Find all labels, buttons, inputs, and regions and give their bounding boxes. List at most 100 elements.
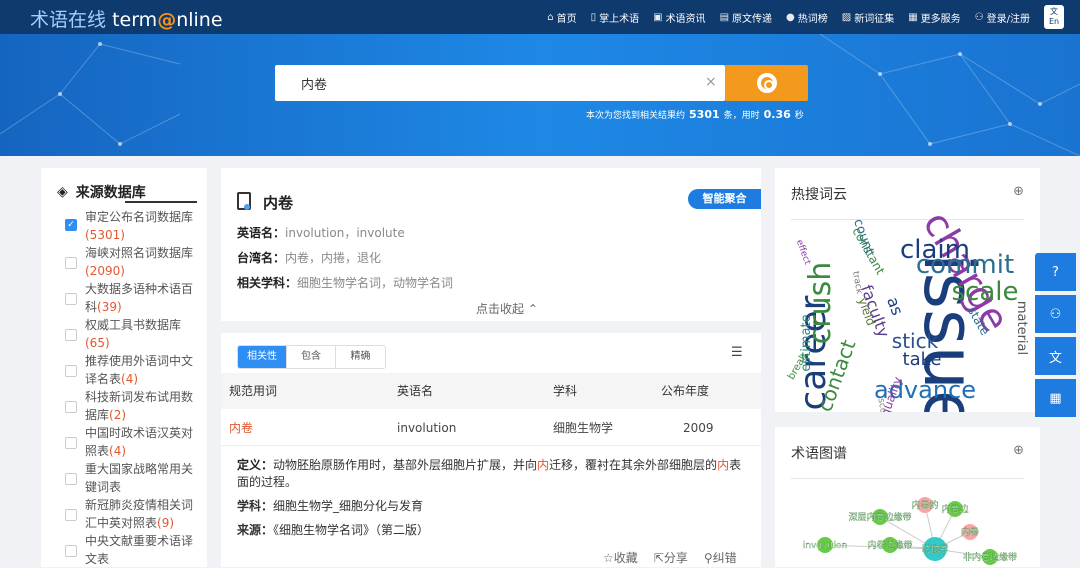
home-icon: ⌂ (547, 11, 554, 23)
source-database-item[interactable]: 中央文献重要术语译文表 (63, 532, 203, 568)
source-database-count: (2) (109, 408, 127, 422)
nav-item-0[interactable]: ⌂ 首页 (547, 10, 576, 25)
row-english: involution (397, 421, 457, 435)
clear-icon[interactable]: × (705, 74, 717, 90)
cloud-word[interactable]: take (903, 349, 942, 370)
cloud-word[interactable]: effect (794, 238, 812, 266)
related-subject-row: 相关学科：细胞生物学名词，动物学名词 (237, 276, 454, 290)
qrcode-icon[interactable]: ▦ (1035, 379, 1076, 417)
flame-icon: ● (786, 11, 795, 23)
checkbox[interactable] (65, 509, 77, 521)
term-summary-card: 内卷 智能聚合 英语名：involution，involute 台湾名：内卷，内… (221, 168, 761, 321)
source-database-item[interactable]: 科技新词发布试用数据库(2) (63, 388, 203, 424)
row-term[interactable]: 内卷 (229, 410, 253, 446)
nav-label: 热词榜 (797, 13, 828, 25)
term-title: 内卷 (263, 194, 294, 212)
source-database-item[interactable]: 海峡对照名词数据库 (2090) (63, 244, 203, 280)
report-error-button[interactable]: ⚲纠错 (704, 549, 737, 566)
source-database-item[interactable]: 重大国家战略常用关键词表 (63, 460, 203, 496)
cloud-word[interactable]: scot (875, 398, 888, 412)
term-graph: involution 内卷边缘带 动物学 内卷 深层内卷边缘带 内卷边非内卷边缘带 内卷的 (803, 497, 1017, 565)
source-database-count: (2090) (85, 264, 125, 278)
source-database-item[interactable]: 中国时政术语汉英对照表(4) (63, 424, 203, 460)
tab-0[interactable]: 相关性 (238, 346, 287, 368)
translate-icon[interactable]: 文 (1035, 337, 1076, 375)
nav-label: 登录/注册 (986, 13, 1030, 25)
checkbox[interactable] (65, 365, 77, 377)
cloud-word[interactable]: track (850, 271, 864, 296)
search-input[interactable] (275, 65, 695, 101)
nav-item-6[interactable]: ▦ 更多服务 (908, 10, 960, 25)
tab-1[interactable]: 包含 (287, 346, 336, 368)
nav-label: 原文传递 (732, 13, 773, 25)
nav-item-3[interactable]: ▤ 原文传递 (720, 10, 772, 25)
graph-node-label: 内卷边 (941, 503, 968, 515)
help-icon[interactable]: ? (1035, 253, 1076, 291)
grid-icon: ▦ (908, 11, 918, 23)
chevron-up-icon: ⌃ (527, 302, 538, 316)
cloud-word[interactable]: material (1014, 301, 1029, 355)
column-header-subject: 学科 (553, 384, 578, 398)
tab-2[interactable]: 精确 (336, 346, 385, 368)
sort-icon[interactable]: ☰ (731, 345, 743, 360)
source-database-item[interactable]: ✓ 审定公布名词数据库 (5301) (63, 208, 203, 244)
graph-node-label: 深层内卷边缘带 (848, 511, 911, 523)
nav-item-5[interactable]: ▨ 新词征集 (842, 10, 894, 25)
source-text: 来源：《细胞生物学名词》（第二版） (237, 523, 430, 537)
checkbox[interactable] (65, 257, 77, 269)
collect-icon: ▨ (841, 11, 852, 23)
checkbox[interactable] (65, 545, 77, 557)
source-database-count: (65) (85, 336, 110, 350)
table-row[interactable]: 内卷 involution 细胞生物学 2009 (221, 410, 761, 446)
nav-item-1[interactable]: ▯ 掌上术语 (591, 10, 640, 25)
cloud-word[interactable]: scale (952, 277, 1019, 307)
nav-label: 术语资讯 (665, 13, 706, 25)
source-database-item[interactable]: 权威工具书数据库 (65) (63, 316, 203, 352)
nav-item-2[interactable]: ▣ 术语资讯 (653, 10, 705, 25)
result-summary: 本次为您找到相关结果约 5301 条，用时 0.36 秒 (586, 108, 804, 121)
source-database-label: 新冠肺炎疫情相关词汇中英对照表 (85, 498, 194, 530)
nav-label: 首页 (556, 13, 577, 25)
checkbox[interactable] (65, 473, 77, 485)
user-icon: ⚇ (974, 11, 984, 23)
source-database-count: (4) (121, 372, 139, 386)
main-nav: ⌂ 首页 ▯ 掌上术语 ▣ 术语资讯 ▤ 原文传递 ● 热词榜 ▨ 新词征集 ▦ 更多服务 ⚇ 登录/注册 (547, 0, 1030, 34)
search-button[interactable] (725, 65, 808, 101)
term-graph-panel: 术语图谱 ⊕ involution 内卷边缘带 动物学 内卷 深层内卷边缘带 内卷边 非内卷… (775, 427, 1040, 567)
nav-label: 掌上术语 (599, 13, 640, 25)
favorite-button[interactable]: ☆收藏 (603, 549, 638, 566)
source-database-item[interactable]: 大数据多语种术语百科(39) (63, 280, 203, 316)
checkbox[interactable] (65, 329, 77, 341)
checkbox[interactable]: ✓ (65, 219, 77, 231)
source-database-item[interactable]: 新冠肺炎疫情相关词汇中英对照表(9) (63, 496, 203, 532)
nav-label: 新词征集 (854, 13, 895, 25)
result-actions: ☆收藏 ⇱分享 ⚲纠错 (603, 549, 737, 566)
language-switch-button[interactable]: 文 En (1044, 5, 1064, 29)
share-button[interactable]: ⇱分享 (654, 549, 688, 566)
nav-item-4[interactable]: ● 热词榜 (786, 10, 828, 25)
sort-tabs: 相关性 包含 精确 (237, 345, 386, 369)
graph-node-label: 非内卷边缘带 (963, 551, 1017, 563)
site-logo[interactable]: 术语在线 term@nline (30, 5, 223, 32)
source-database-label: 科技新词发布试用数据库 (85, 390, 194, 422)
group-icon[interactable]: ⚇ (1035, 295, 1076, 333)
graph-node-label: 动物学 (921, 543, 948, 555)
source-database-item[interactable]: 推荐使用外语词中文译名表(4) (63, 352, 203, 388)
cloud-word[interactable]: commit (916, 250, 1014, 280)
term-book-icon (237, 192, 251, 210)
source-database-label: 中国时政术语汉英对照表 (85, 426, 194, 458)
results-card: 相关性 包含 精确 ☰ 规范用词 英语名 学科 公布年度 内卷 involution… (221, 333, 761, 567)
side-toolbar: ? ⚇ 文 ▦ (1035, 253, 1076, 419)
smart-aggregate-button[interactable]: 智能聚合 (688, 189, 761, 209)
graph-node-label: involution (803, 541, 847, 551)
row-year: 2009 (683, 421, 714, 435)
checkbox[interactable] (65, 401, 77, 413)
nav-item-7[interactable]: ⚇ 登录/注册 (975, 10, 1030, 25)
search-icon (756, 73, 777, 93)
collapse-toggle[interactable]: 点击收起 ⌃ (476, 300, 538, 317)
checkbox[interactable] (65, 293, 77, 305)
graph-node-label: 内卷 (961, 526, 979, 538)
top-bar: 术语在线 term@nline ⌂ 首页 ▯ 掌上术语 ▣ 术语资讯 ▤ 原文传递 ● 热词榜 ▨ 新… (0, 0, 1080, 34)
source-database-label: 中央文献重要术语译文表 (85, 534, 194, 566)
checkbox[interactable] (65, 437, 77, 449)
